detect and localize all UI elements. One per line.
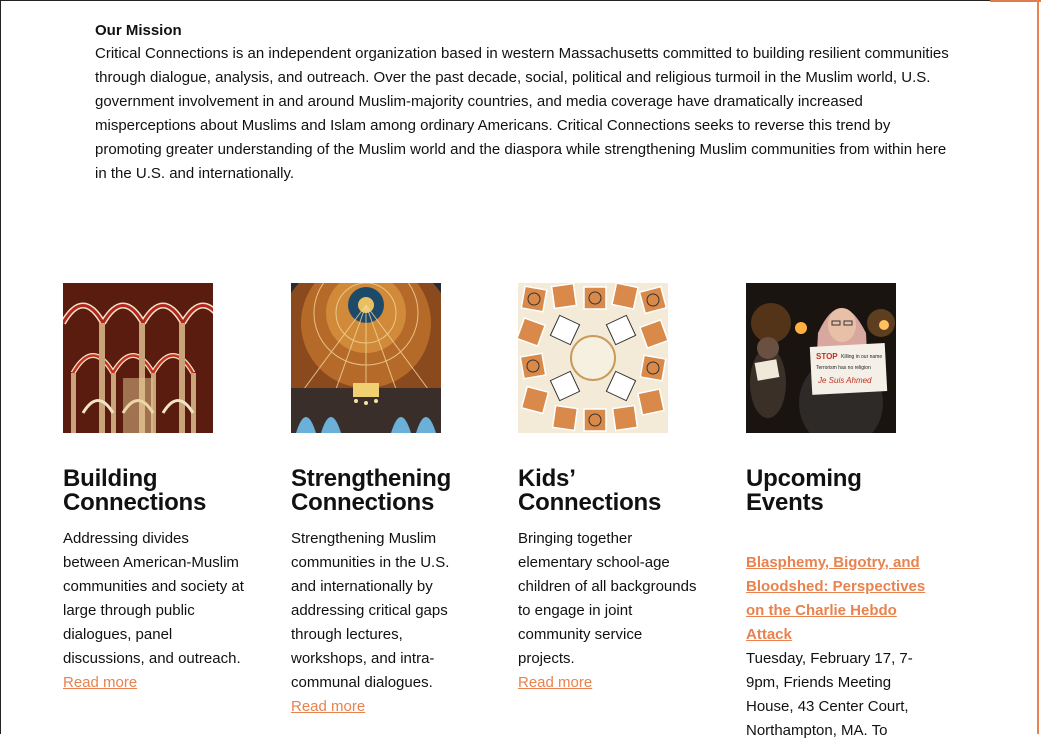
frame-right-border: [1037, 0, 1039, 734]
column-kids-connections: Kids’ Connections Bringing together elem…: [518, 283, 703, 695]
column-title: Upcoming Events: [746, 465, 862, 516]
tiles-photo: [518, 283, 668, 433]
column-building-connections: Building Connections Addressing divides …: [63, 283, 248, 695]
column-strengthening-connections: Strengthening Connections Strengthening …: [291, 283, 476, 719]
mission-section: Our Mission Critical Connections is an i…: [95, 20, 955, 186]
read-more-link[interactable]: Read more: [291, 695, 476, 719]
dome-photo: [291, 283, 441, 433]
svg-text:Je Suis Ahmed: Je Suis Ahmed: [817, 376, 872, 385]
column-upcoming-events: STOP Killing in our name Terrorism has n…: [746, 283, 936, 743]
mission-title: Our Mission: [95, 22, 182, 39]
event-details: Tuesday, February 17, 7-9pm, Friends Mee…: [746, 650, 913, 739]
read-more-link[interactable]: Read more: [518, 671, 703, 695]
column-title: Kids’ Connections: [518, 465, 662, 516]
column-description: Bringing together elementary school-age …: [518, 530, 697, 667]
event-link[interactable]: Blasphemy, Bigotry, and Bloodshed: Persp…: [746, 551, 936, 647]
arches-photo: [63, 283, 213, 433]
read-more-link[interactable]: Read more: [63, 671, 248, 695]
protest-photo: STOP Killing in our name Terrorism has n…: [746, 283, 896, 433]
column-description: Strengthening Muslim communities in the …: [291, 530, 450, 691]
svg-text:STOP: STOP: [816, 352, 838, 361]
column-title: Building Connections: [63, 465, 207, 516]
column-description: Addressing divides between American-Musl…: [63, 530, 244, 667]
frame-top-border: [0, 0, 990, 1]
svg-text:Terrorism has no religion: Terrorism has no religion: [816, 365, 871, 371]
frame-left-border: [0, 0, 1, 734]
column-title: Strengthening Connections: [291, 465, 452, 516]
frame-top-accent: [990, 0, 1041, 2]
svg-text:Killing in our name: Killing in our name: [841, 354, 882, 360]
mission-text: Critical Connections is an independent o…: [95, 45, 949, 182]
